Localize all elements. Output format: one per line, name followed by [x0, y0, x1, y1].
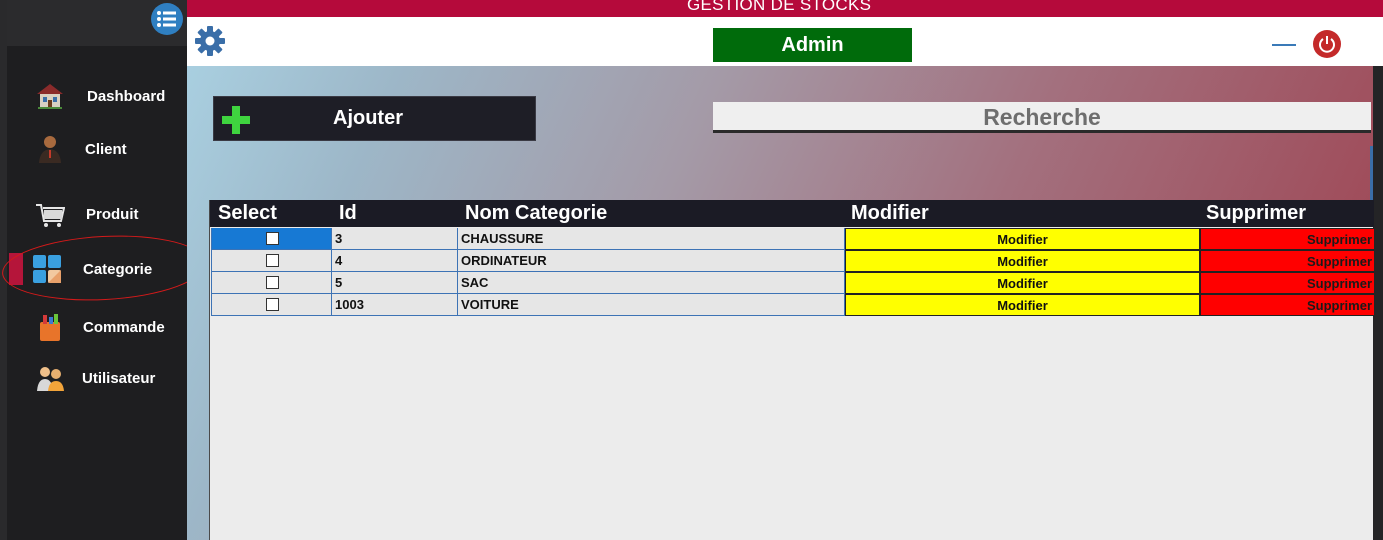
id-cell: 5	[332, 272, 458, 294]
search-input[interactable]: Recherche	[713, 102, 1371, 133]
user-badge: Admin	[713, 28, 912, 62]
select-cell[interactable]	[211, 294, 332, 316]
column-header-modifier[interactable]: Modifier	[851, 202, 929, 225]
delete-button[interactable]: Supprimer	[1200, 228, 1374, 250]
sidebar-item-client[interactable]: Client	[7, 127, 187, 171]
select-cell[interactable]	[211, 228, 332, 250]
nom-cell: ORDINATEUR	[458, 250, 845, 272]
id-cell: 3	[332, 228, 458, 250]
order-bag-icon	[40, 314, 60, 341]
window-edge	[1373, 66, 1383, 540]
modify-button[interactable]: Modifier	[845, 228, 1200, 250]
header-bar: Admin	[187, 17, 1383, 66]
app-title: GESTION DE STOCKS	[687, 0, 872, 14]
sidebar-item-label: Dashboard	[87, 87, 166, 105]
sidebar-item-commande[interactable]: Commande	[7, 305, 187, 349]
cart-icon	[36, 204, 65, 227]
gear-icon[interactable]	[194, 25, 226, 57]
column-header-id[interactable]: Id	[339, 202, 357, 225]
column-header-nom[interactable]: Nom Categorie	[465, 202, 607, 225]
id-cell: 4	[332, 250, 458, 272]
sidebar-item-label: Utilisateur	[82, 369, 156, 387]
table-row[interactable]: 3 CHAUSSURE Modifier Supprimer	[210, 228, 1374, 250]
modify-button[interactable]: Modifier	[845, 250, 1200, 272]
menu-list-icon[interactable]	[151, 3, 183, 35]
nom-cell: SAC	[458, 272, 845, 294]
delete-button[interactable]: Supprimer	[1200, 272, 1374, 294]
nom-cell: VOITURE	[458, 294, 845, 316]
plus-icon	[222, 106, 250, 134]
row-checkbox[interactable]	[266, 232, 279, 245]
sidebar-item-label: Commande	[83, 318, 165, 336]
house-icon	[37, 84, 63, 109]
table-row[interactable]: 5 SAC Modifier Supprimer	[210, 272, 1374, 294]
person-icon	[39, 136, 61, 163]
categories-table: Select Id Nom Categorie Modifier Supprim…	[209, 200, 1374, 540]
modify-button[interactable]: Modifier	[845, 272, 1200, 294]
add-button-label: Ajouter	[333, 107, 403, 129]
delete-button[interactable]: Supprimer	[1200, 294, 1374, 316]
row-checkbox[interactable]	[266, 254, 279, 267]
sidebar-item-label: Produit	[86, 205, 139, 223]
minimize-icon[interactable]	[1272, 44, 1296, 46]
id-cell: 1003	[332, 294, 458, 316]
users-icon	[37, 367, 64, 391]
column-header-supprimer[interactable]: Supprimer	[1206, 202, 1306, 225]
title-bar: GESTION DE STOCKS	[187, 0, 1383, 17]
add-button[interactable]: Ajouter	[213, 96, 536, 141]
power-icon[interactable]	[1313, 30, 1341, 58]
modify-button[interactable]: Modifier	[845, 294, 1200, 316]
row-checkbox[interactable]	[266, 298, 279, 311]
sidebar-item-utilisateur[interactable]: Utilisateur	[7, 356, 187, 400]
table-header: Select Id Nom Categorie Modifier Supprim…	[210, 200, 1374, 227]
select-cell[interactable]	[211, 272, 332, 294]
app-window: Dashboard Client Produit Categorie Comma…	[0, 0, 1383, 540]
nom-cell: CHAUSSURE	[458, 228, 845, 250]
sidebar-item-label: Client	[85, 140, 127, 158]
sidebar-item-dashboard[interactable]: Dashboard	[7, 74, 187, 118]
table-row[interactable]: 4 ORDINATEUR Modifier Supprimer	[210, 250, 1374, 272]
scroll-indicator	[1370, 146, 1373, 206]
select-cell[interactable]	[211, 250, 332, 272]
row-checkbox[interactable]	[266, 276, 279, 289]
table-row[interactable]: 1003 VOITURE Modifier Supprimer	[210, 294, 1374, 316]
column-header-select[interactable]: Select	[218, 202, 277, 225]
sidebar-item-produit[interactable]: Produit	[7, 192, 187, 236]
delete-button[interactable]: Supprimer	[1200, 250, 1374, 272]
